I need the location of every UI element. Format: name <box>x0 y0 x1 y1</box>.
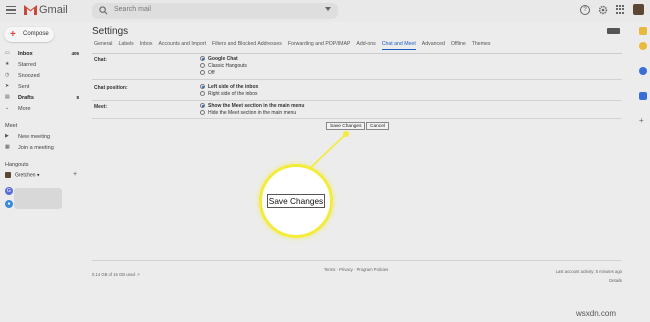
callout-pointer <box>307 131 349 171</box>
magnified-callout: Save Changes <box>259 164 333 238</box>
save-changes-callout-button: Save Changes <box>267 194 325 208</box>
watermark: wsxdn.com <box>576 309 617 318</box>
